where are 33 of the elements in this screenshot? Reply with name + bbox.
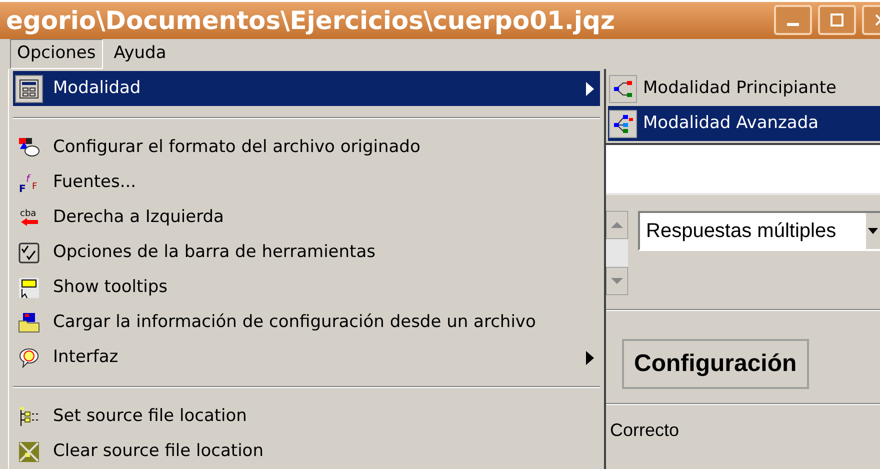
maximize-button[interactable] (818, 5, 856, 36)
checklist-icon (18, 242, 40, 264)
clear-folder-tree-icon (18, 440, 40, 462)
submenu-item[interactable]: Modalidad Principiante (608, 71, 880, 106)
menu-item[interactable]: Configurar el formato del archivo originado (13, 130, 600, 165)
minimize-icon (787, 23, 799, 26)
window-icon (18, 78, 40, 100)
question-type-select[interactable]: Respuestas múltiples (638, 211, 880, 251)
menu-item[interactable]: cba Derecha a Izquierda (13, 200, 600, 235)
menu-item[interactable]: Set source file location (13, 399, 600, 434)
tree-diagram-icon (612, 112, 634, 134)
status-text: Correcto (609, 419, 680, 442)
font-icon: F f F (18, 172, 40, 194)
submenu-item[interactable]: Modalidad Avanzada (608, 106, 880, 141)
folder-icon (18, 312, 40, 334)
menu-bar-item[interactable]: Opciones (10, 39, 103, 69)
configuration-button[interactable]: Configuración (622, 339, 809, 389)
menu-bar-item[interactable]: Ayuda (106, 39, 174, 69)
speech-bubble-icon (18, 346, 40, 368)
menu-item[interactable]: Opciones de la barra de herramientas (13, 235, 600, 270)
menu-item[interactable]: Show tooltips (13, 270, 600, 305)
folder-tree-icon (18, 406, 40, 428)
menu-item[interactable]: Interfaz (13, 340, 600, 375)
menu-item[interactable]: Clear source file location (13, 434, 600, 469)
window-title: egorio\Documentos\Ejercicios\cuerpo01.jqz (6, 4, 615, 36)
menu-item[interactable]: F f F Fuentes... (13, 165, 600, 200)
menu-item[interactable]: Cargar la información de configuración desde un archivo (13, 305, 600, 340)
submenu-arrow-icon (586, 350, 594, 364)
maximize-icon (830, 13, 844, 28)
submenu-arrow-icon (586, 82, 594, 96)
menu-item[interactable]: Modalidad (13, 71, 600, 106)
tooltip-icon (18, 276, 40, 298)
minimize-button[interactable] (774, 5, 812, 36)
